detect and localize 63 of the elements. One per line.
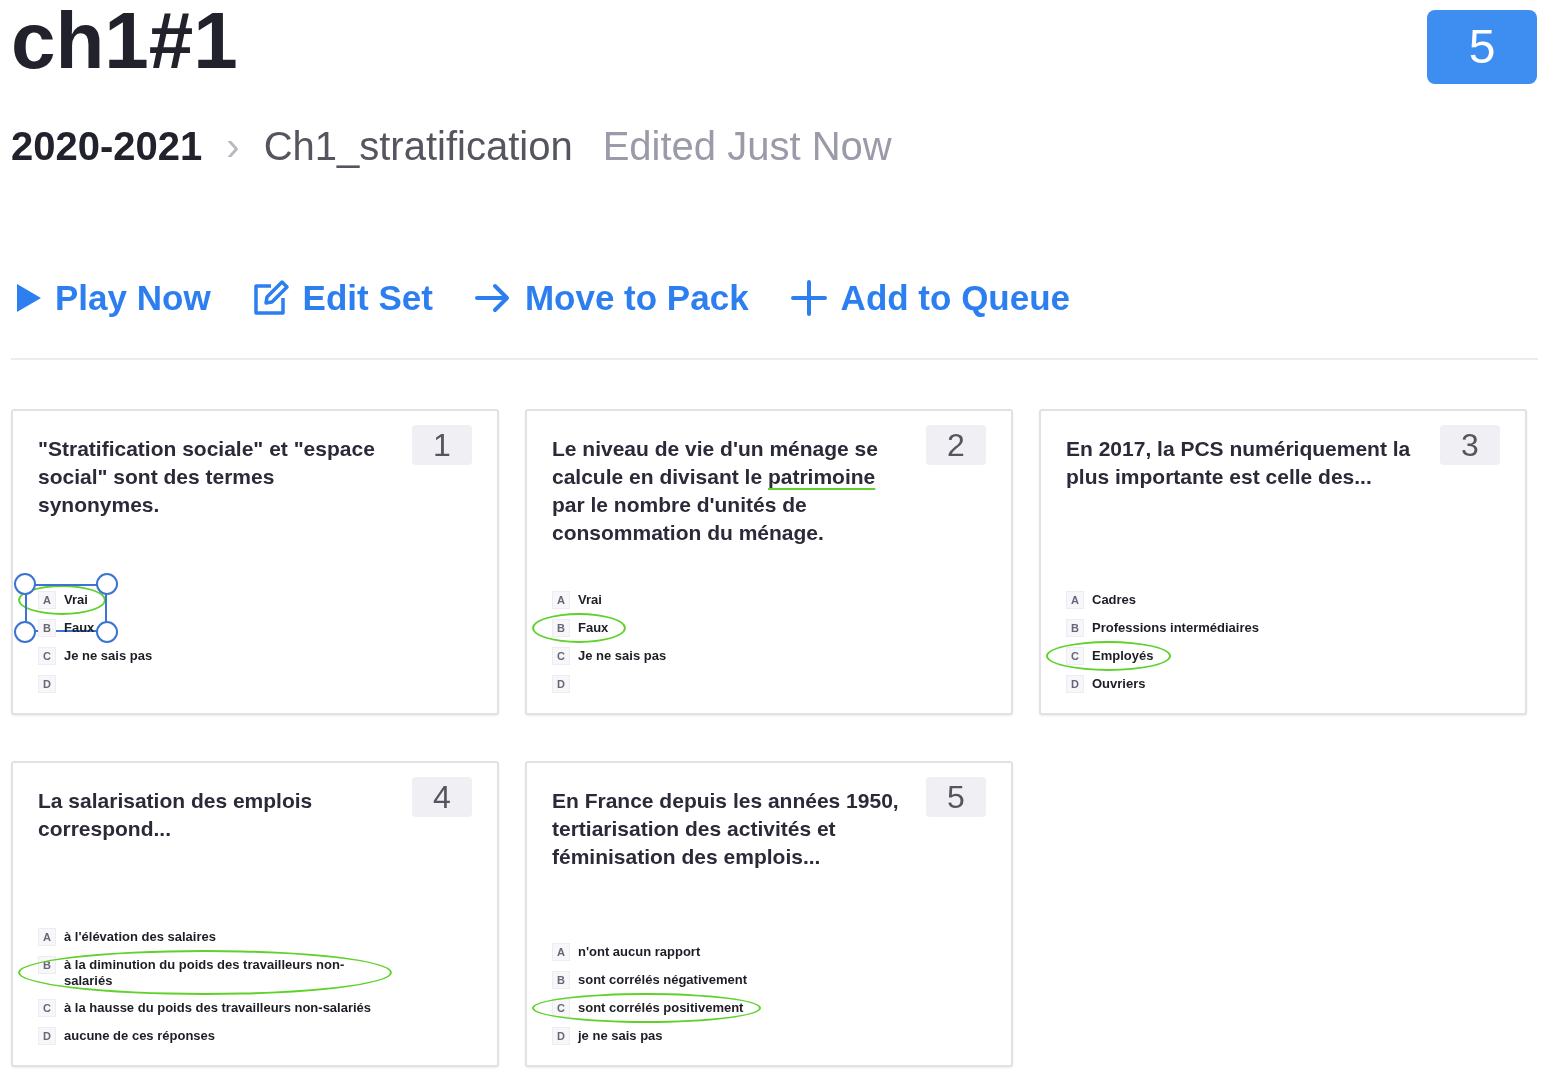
- question-text: En France depuis les années 1950, tertiarisation des activités et féminisation des emplois...: [552, 788, 900, 870]
- question-card[interactable]: Le niveau de vie d'un ménage se calcule en divisant le patrimoine par le nombre d'unités de consommation du ménage. 2 A Vrai B Faux C Je ne sais pas D: [525, 409, 1013, 715]
- option-letter: D: [38, 1027, 56, 1045]
- option-letter: A: [552, 591, 570, 609]
- question-text: En 2017, la PCS numériquement la plus importante est celle des...: [1066, 436, 1412, 490]
- option-text: aucune de ces réponses: [64, 1027, 215, 1044]
- question-text: La salarisation des emplois correspond...: [38, 788, 314, 842]
- plus-icon: [788, 278, 829, 318]
- option-text: Cadres: [1092, 591, 1137, 608]
- option-letter: D: [38, 675, 56, 693]
- card-number: 4: [412, 777, 472, 817]
- set-title: ch1#1: [11, 0, 238, 86]
- action-link[interactable]: Play Now: [15, 271, 211, 325]
- option-text: je ne sais pas: [578, 1027, 663, 1044]
- play-icon: [15, 282, 43, 314]
- option-letter: A: [1066, 591, 1084, 609]
- option-text: Je ne sais pas: [578, 647, 667, 664]
- option-text: à la hausse du poids des travailleurs non-salariés: [64, 999, 372, 1016]
- question-card[interactable]: En 2017, la PCS numériquement la plus importante est celle des... 3 A Cadres B Professions intermédiaires C Employés D Ouvriers: [1039, 409, 1527, 715]
- option-text: Vrai: [64, 591, 88, 608]
- option-text: Vrai: [578, 591, 602, 608]
- card-number: 3: [1440, 425, 1500, 465]
- option-letter: D: [552, 1027, 570, 1045]
- option-letter: A: [38, 591, 56, 609]
- option-letter: B: [38, 619, 56, 637]
- option-letter: C: [552, 999, 570, 1017]
- option-text: Employés: [1092, 647, 1154, 664]
- option-text: n'ont aucun rapport: [578, 943, 701, 960]
- action-link[interactable]: Edit Set: [250, 271, 433, 325]
- question-text: Le niveau de vie d'un ménage se calcule en divisant le patrimoine par le nombre d'unités de consommation du ménage.: [552, 436, 879, 546]
- option-letter: C: [1066, 647, 1084, 665]
- card-number: 2: [926, 425, 986, 465]
- option-text: à la diminution du poids des travailleurs non-salariés: [64, 956, 346, 989]
- action-link[interactable]: Move to Pack: [472, 271, 749, 325]
- breadcrumb-link[interactable]: 2020-2021: [11, 116, 203, 176]
- breadcrumb-current: Ch1_stratification: [263, 123, 573, 170]
- action-link[interactable]: Add to Queue: [788, 271, 1071, 325]
- question-card[interactable]: En France depuis les années 1950, tertiarisation des activités et féminisation des emplois... 5 A n'ont aucun rapport B sont corrélés négativement C sont corrélés positivement D je ne sais pas: [525, 761, 1013, 1067]
- option-letter: B: [552, 619, 570, 637]
- option-text: sont corrélés négativement: [578, 971, 748, 988]
- option-letter: B: [1066, 619, 1084, 637]
- option-letter: B: [552, 971, 570, 989]
- option-letter: D: [1066, 675, 1084, 693]
- option-letter: B: [38, 956, 56, 974]
- option-letter: D: [552, 675, 570, 693]
- option-text: Je ne sais pas: [64, 647, 153, 664]
- count-badge: 5: [1427, 10, 1537, 84]
- edit-status: Edited Just Now: [602, 123, 892, 170]
- option-letter: C: [552, 647, 570, 665]
- option-text: à l'élévation des salaires: [64, 928, 216, 945]
- option-text: Ouvriers: [1092, 675, 1146, 692]
- option-letter: A: [552, 943, 570, 961]
- option-text: sont corrélés positivement: [578, 999, 744, 1016]
- option-letter: C: [38, 999, 56, 1017]
- option-text: Professions intermédiaires: [1092, 619, 1259, 636]
- card-number: 5: [926, 777, 986, 817]
- option-letter: A: [38, 928, 56, 946]
- breadcrumb-separator: ›: [226, 123, 240, 170]
- option-letter: C: [38, 647, 56, 665]
- question-text: "Stratification sociale" et "espace social" sont des termes synonymes.: [38, 436, 376, 518]
- card-number: 1: [412, 425, 472, 465]
- question-card[interactable]: [11, 761, 499, 1067]
- option-text: Faux: [578, 619, 609, 636]
